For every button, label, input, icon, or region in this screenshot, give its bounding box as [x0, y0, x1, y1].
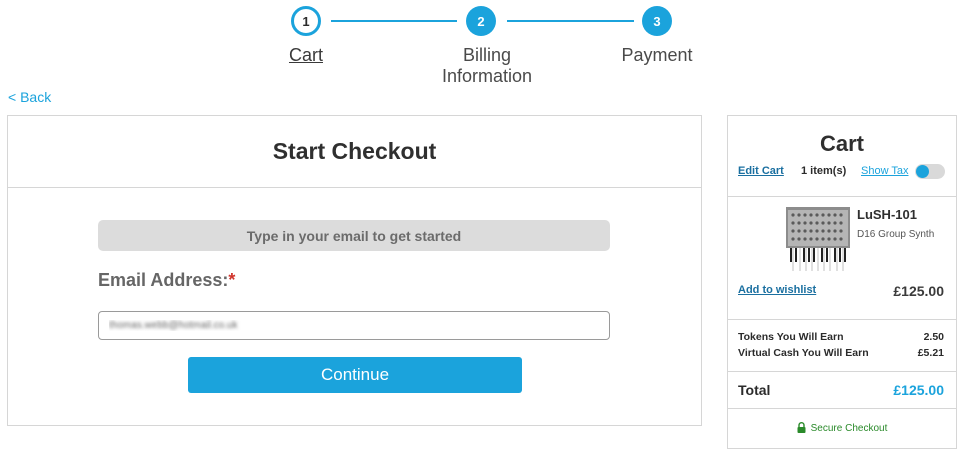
- synth-thumbnail-icon: [786, 207, 850, 271]
- back-link[interactable]: < Back: [8, 89, 51, 105]
- product-description: D16 Group Synth: [857, 229, 935, 240]
- start-checkout-panel: Start Checkout Type in your email to get…: [7, 115, 702, 426]
- virtual-cash-earn-value: £5.21: [917, 347, 944, 359]
- checkout-stepper: 1 2 3 Cart Billing Information Payment: [0, 0, 964, 95]
- cart-divider: [728, 319, 956, 320]
- total-value: £125.00: [893, 382, 944, 398]
- page-title: Start Checkout: [272, 138, 437, 164]
- step-1-number: 1: [302, 13, 310, 29]
- step-1-label[interactable]: Cart: [236, 45, 376, 66]
- add-to-wishlist-link[interactable]: Add to wishlist: [738, 284, 816, 296]
- checkout-header: Start Checkout: [8, 116, 701, 188]
- product-name[interactable]: LuSH-101: [857, 207, 917, 222]
- item-count: 1 item(s): [801, 165, 847, 177]
- secure-checkout-badge: Secure Checkout: [728, 422, 956, 434]
- tokens-earn-value: 2.50: [923, 331, 944, 343]
- step-3-indicator: 3: [642, 6, 672, 36]
- step-2-label: Billing Information: [441, 45, 533, 86]
- total-label: Total: [738, 382, 771, 398]
- continue-button[interactable]: Continue: [188, 357, 522, 393]
- step-connector-2: [507, 20, 634, 22]
- cart-divider: [728, 408, 956, 409]
- step-3-label: Payment: [621, 45, 693, 65]
- email-field[interactable]: [98, 311, 610, 340]
- step-2-number: 2: [477, 13, 485, 29]
- virtual-cash-earn-label: Virtual Cash You Will Earn: [738, 347, 869, 359]
- cart-divider: [728, 371, 956, 372]
- product-image[interactable]: [786, 207, 850, 271]
- email-label-text: Email Address:: [98, 270, 229, 290]
- virtual-cash-earn-row: Virtual Cash You Will Earn £5.21: [738, 347, 944, 359]
- product-price: £125.00: [893, 283, 944, 299]
- tokens-earn-row: Tokens You Will Earn 2.50: [738, 331, 944, 343]
- secure-checkout-label: Secure Checkout: [810, 423, 888, 434]
- cart-divider: [728, 196, 956, 197]
- email-label: Email Address:*: [98, 270, 235, 291]
- step-1-indicator: 1: [291, 6, 321, 36]
- lock-icon: [797, 422, 806, 433]
- cart-toolbar: Edit Cart 1 item(s) Show Tax: [738, 164, 946, 180]
- tokens-earn-label: Tokens You Will Earn: [738, 331, 844, 343]
- cart-summary-panel: Cart Edit Cart 1 item(s) Show Tax LuSH-1…: [727, 115, 957, 449]
- step-2-indicator: 2: [466, 6, 496, 36]
- email-hint-banner: Type in your email to get started: [98, 220, 610, 251]
- step-3-number: 3: [653, 13, 661, 29]
- show-tax-link[interactable]: Show Tax: [861, 165, 909, 177]
- toggle-knob: [916, 165, 929, 178]
- step-connector-1: [331, 20, 457, 22]
- cart-title: Cart: [819, 131, 864, 156]
- show-tax-toggle[interactable]: [915, 164, 945, 179]
- required-marker: *: [228, 270, 236, 290]
- edit-cart-link[interactable]: Edit Cart: [738, 165, 784, 177]
